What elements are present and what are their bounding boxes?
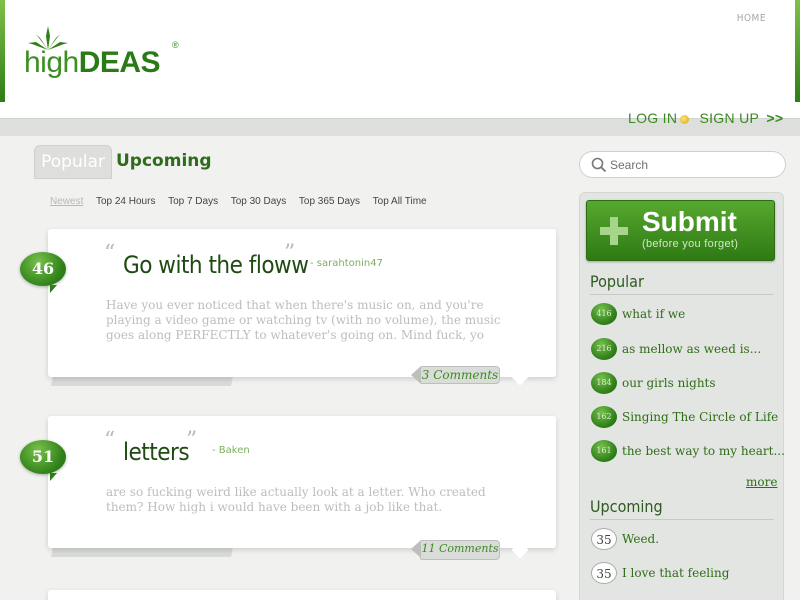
sidebar-item-label[interactable]: what if we <box>622 307 685 321</box>
search-box <box>579 151 786 178</box>
site-header: highDEAS ® HOME <box>0 0 800 118</box>
tab-popular[interactable]: Popular <box>34 145 112 179</box>
idea-title[interactable]: letters <box>123 438 190 466</box>
sidebar-item-label[interactable]: our girls nights <box>622 376 716 390</box>
idea-author[interactable]: - Baken <box>212 445 250 456</box>
search-icon <box>591 157 607 173</box>
sidebar-item-label[interactable]: as mellow as weed is... <box>622 342 761 356</box>
submit-button[interactable]: Submit (before you forget) <box>586 200 775 261</box>
divider <box>590 519 774 520</box>
comments-link[interactable]: 3 Comments <box>411 366 500 384</box>
sidebar-item-label[interactable]: Weed. <box>622 532 659 546</box>
card-shadow <box>51 547 233 557</box>
sidebar-popular-heading: Popular <box>590 272 644 291</box>
logo-deas: DEAS <box>78 46 161 79</box>
filter-365-days[interactable]: Top 365 Days <box>299 196 360 207</box>
nav-home-link[interactable]: HOME <box>737 13 766 24</box>
filter-24-hours[interactable]: Top 24 Hours <box>96 196 155 207</box>
lock-icon <box>680 115 690 124</box>
auth-links: LOG IN SIGN UP >> <box>628 110 783 126</box>
submit-title: Submit <box>642 206 737 237</box>
filter-all-time[interactable]: Top All Time <box>373 196 427 207</box>
logo-text: highDEAS <box>24 46 161 80</box>
more-link[interactable]: more <box>746 475 777 489</box>
filter-30-days[interactable]: Top 30 Days <box>231 196 287 207</box>
sidebar-item-label[interactable]: I love that feeling <box>622 566 729 580</box>
card-shadow <box>51 376 233 386</box>
sidebar-item-label[interactable]: Singing The Circle of Life <box>622 410 778 424</box>
idea-body: Have you ever noticed that when there's … <box>106 298 501 342</box>
idea-author[interactable]: - sarahtonin47 <box>310 258 383 269</box>
open-quote: “ <box>104 241 116 266</box>
signup-link[interactable]: SIGN UP <box>699 110 759 126</box>
open-quote: “ <box>104 428 116 453</box>
score-bubble: 162 <box>591 406 617 428</box>
score-bubble: 51 <box>20 440 66 481</box>
idea-body: are so fucking weird like actually look … <box>106 485 486 514</box>
score-bubble: 35 <box>591 562 617 584</box>
sidebar-item-label[interactable]: the best way to my heart... <box>622 444 785 458</box>
score-bubble: 184 <box>591 372 617 394</box>
registered-mark: ® <box>172 40 179 50</box>
idea-title[interactable]: Go with the floww <box>123 251 309 279</box>
logo-high: high <box>24 46 79 79</box>
signup-arrows: >> <box>766 110 784 126</box>
comments-link[interactable]: 11 Comments <box>411 540 500 560</box>
tab-upcoming[interactable]: Upcoming <box>116 151 212 171</box>
filter-newest[interactable]: Newest <box>50 196 83 207</box>
score-bubble: 35 <box>591 528 617 550</box>
close-quote: ” <box>186 428 198 453</box>
filter-7-days[interactable]: Top 7 Days <box>168 196 218 207</box>
score-bubble: 161 <box>591 440 617 462</box>
score-bubble: 416 <box>591 303 617 325</box>
score-bubble: 216 <box>591 338 617 360</box>
close-quote: ” <box>284 241 296 266</box>
site-logo[interactable]: highDEAS ® <box>24 26 184 82</box>
idea-card: “ letters ” - Baken are so fucking weird… <box>48 416 556 560</box>
plus-icon <box>600 217 628 245</box>
search-input[interactable] <box>610 155 780 174</box>
login-link[interactable]: LOG IN <box>628 110 677 126</box>
divider <box>590 294 774 295</box>
idea-card: “ Go with the floww ” - sarahtonin47 Hav… <box>48 229 556 386</box>
score-bubble: 46 <box>20 252 66 293</box>
idea-card <box>48 590 556 600</box>
submit-subtitle: (before you forget) <box>642 238 739 250</box>
time-filters: Newest Top 24 Hours Top 7 Days Top 30 Da… <box>50 196 437 207</box>
sidebar-upcoming-heading: Upcoming <box>590 497 663 516</box>
